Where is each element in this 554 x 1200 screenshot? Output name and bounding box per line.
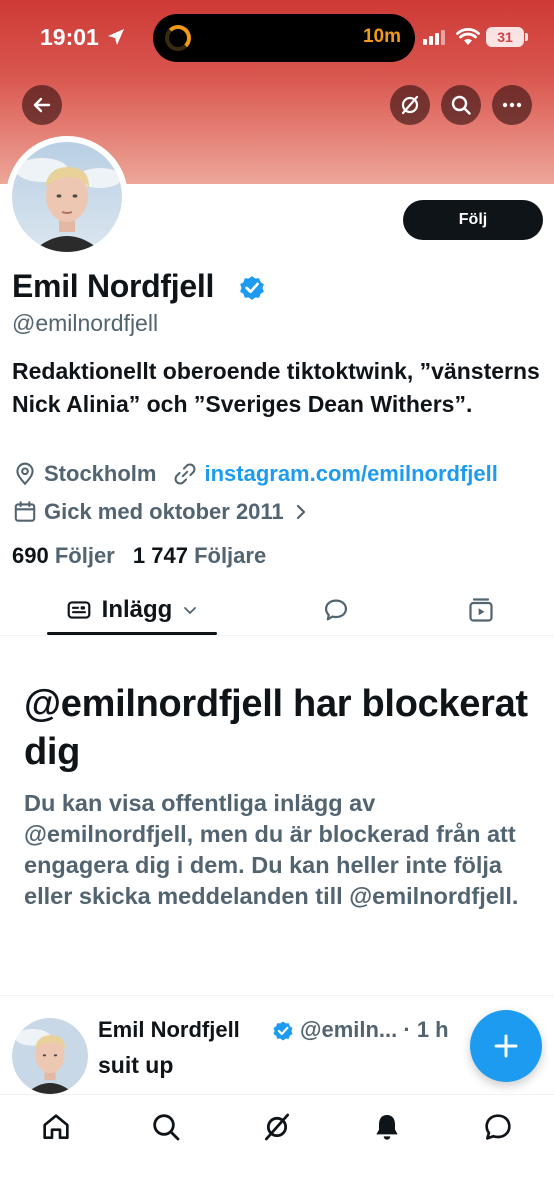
verified-badge-icon	[273, 1021, 293, 1041]
tweet-handle-time: @emiln... · 1 h	[300, 1017, 449, 1043]
tweet-author-name[interactable]: Emil Nordfjell	[98, 1017, 240, 1043]
grok-icon	[401, 95, 419, 115]
tab-media[interactable]	[465, 594, 497, 626]
section-divider	[0, 995, 554, 996]
blocked-description: Du kan visa offentliga inlägg av @emilno…	[24, 790, 519, 909]
chevron-right-icon	[296, 504, 305, 520]
chat-bubble-icon	[485, 1114, 511, 1140]
nav-search[interactable]	[148, 1109, 184, 1145]
active-tab-indicator	[47, 632, 217, 635]
bottom-navigation	[0, 1094, 554, 1200]
profile-counts: 690 Följer 1 747 Följare	[12, 543, 266, 569]
plus-icon	[494, 1034, 518, 1058]
follow-button[interactable]: Följ	[403, 200, 543, 240]
arrow-left-icon	[33, 97, 51, 113]
profile-joined: Gick med oktober 2011	[44, 499, 284, 524]
link-icon	[174, 463, 196, 485]
tab-posts-label: Inlägg	[101, 596, 173, 623]
battery-indicator: 31	[486, 27, 528, 47]
island-timer: 10m	[362, 26, 401, 47]
nav-grok[interactable]	[259, 1109, 295, 1145]
profile-meta-location-row: Stockholm instagram.com/emilnordfjell	[12, 461, 498, 487]
more-icon	[502, 102, 522, 108]
search-icon	[153, 1114, 180, 1141]
timer-ring-icon	[165, 25, 191, 51]
video-icon	[469, 598, 493, 622]
avatar[interactable]	[12, 142, 122, 252]
tweet-name: Emil Nordfjell	[98, 1017, 240, 1042]
tweet-time: · 1 h	[403, 1017, 449, 1042]
tab-replies[interactable]	[320, 594, 352, 626]
grok-icon	[264, 1113, 290, 1141]
grok-button[interactable]	[390, 85, 430, 125]
tweet-avatar-photo	[12, 1018, 88, 1094]
dynamic-island[interactable]: 10m	[153, 14, 415, 62]
cellular-signal-icon	[423, 30, 445, 45]
profile-tabs: Inlägg	[0, 584, 554, 636]
status-bar: 19:01 10m 31	[0, 0, 554, 76]
search-button[interactable]	[441, 85, 481, 125]
profile-name: Emil Nordfjell	[12, 268, 215, 304]
tweet-avatar[interactable]	[12, 1018, 88, 1094]
followers-count: 1 747	[132, 543, 188, 568]
wifi-icon	[456, 28, 480, 45]
nav-notifications[interactable]	[369, 1109, 405, 1145]
profile-handle: @emilnordfjell	[12, 310, 159, 336]
following-count: 690	[12, 543, 49, 568]
search-icon	[451, 95, 471, 115]
more-button[interactable]	[492, 85, 532, 125]
profile-website-link[interactable]: instagram.com/emilnordfjell	[204, 461, 497, 487]
following-link[interactable]: 690 Följer	[12, 543, 115, 568]
location-pin-icon	[16, 462, 34, 486]
home-icon	[43, 1114, 69, 1139]
followers-label: Följare	[194, 543, 267, 568]
profile-bio: Redaktionellt oberoende tiktoktwink, ”vä…	[12, 358, 540, 417]
calendar-icon	[14, 501, 36, 522]
profile-location: Stockholm	[44, 461, 157, 486]
tweet-text: suit up	[98, 1052, 174, 1078]
profile-joined-row[interactable]: Gick med oktober 2011	[12, 499, 310, 525]
back-button[interactable]	[22, 85, 62, 125]
speech-bubble-icon	[324, 599, 348, 621]
location-arrow-icon	[108, 29, 124, 45]
chevron-down-icon	[184, 607, 197, 614]
followers-link[interactable]: 1 747 Följare	[133, 543, 266, 568]
bell-icon	[376, 1115, 398, 1140]
blocked-title: @emilnordfjell har blockerat dig	[24, 683, 528, 773]
status-time: 19:01	[40, 24, 99, 50]
verified-badge-icon	[240, 276, 264, 300]
compose-button[interactable]	[470, 1010, 542, 1082]
profile-avatar-frame[interactable]	[6, 136, 128, 258]
following-label: Följer	[54, 543, 115, 568]
posts-icon	[67, 601, 91, 619]
tweet-handle: @emiln...	[300, 1017, 398, 1042]
nav-home[interactable]	[38, 1109, 74, 1145]
avatar-photo	[12, 142, 122, 252]
nav-messages[interactable]	[480, 1109, 516, 1145]
tab-posts[interactable]: Inlägg	[47, 584, 217, 636]
